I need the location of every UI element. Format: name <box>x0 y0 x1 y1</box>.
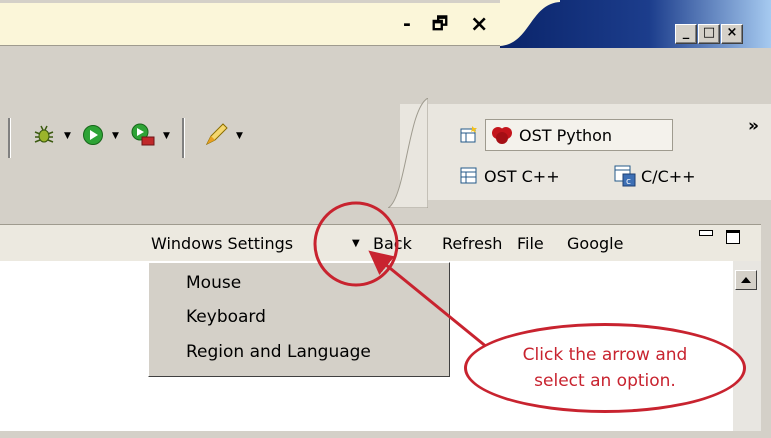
highlight-circle <box>313 201 399 287</box>
callout-text-line-1: Click the arrow and <box>522 345 688 365</box>
callout-arrow <box>368 250 489 350</box>
callout-text-line-2: select an option. <box>534 371 676 391</box>
callout-bubble: Click the arrow and select an option. <box>464 323 746 413</box>
